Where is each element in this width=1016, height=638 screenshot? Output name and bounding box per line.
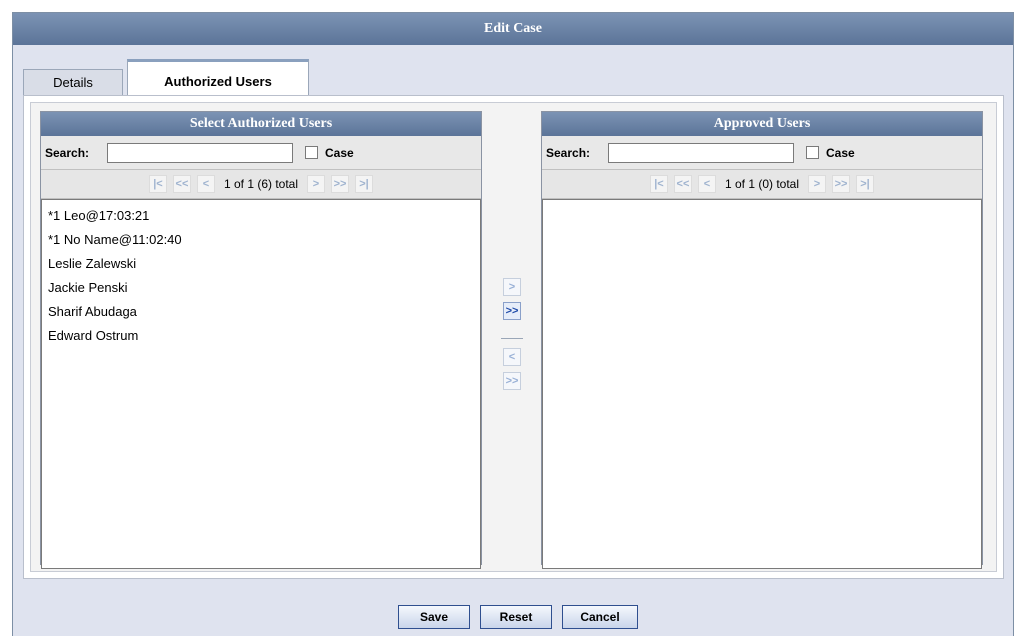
panel-title: Select Authorized Users [41,112,481,136]
case-label: Case [325,145,354,160]
cancel-button[interactable]: Cancel [562,605,638,629]
page-status: 1 of 1 (0) total [724,177,800,191]
first-page-button[interactable]: |< [649,175,668,193]
next-pages-button[interactable]: >> [832,175,851,193]
dialog-footer: Save Reset Cancel [13,579,1013,637]
add-selected-button[interactable]: > [503,278,521,296]
case-checkbox[interactable] [305,146,318,159]
add-all-button[interactable]: >> [503,302,521,320]
edit-case-dialog: Edit Case Details Authorized Users Selec… [12,12,1014,636]
remove-all-button[interactable]: >> [503,372,521,390]
list-item[interactable]: Jackie Penski [48,276,474,300]
previous-page-button[interactable]: < [196,175,215,193]
reset-button[interactable]: Reset [480,605,552,629]
approved-users-panel: Approved Users Search: Case |< << < 1 of… [541,111,983,569]
tab-details[interactable]: Details [23,69,123,95]
remove-selected-button[interactable]: < [503,348,521,366]
list-item[interactable]: *1 Leo@17:03:21 [48,204,474,228]
search-label: Search: [45,145,90,160]
list-item[interactable]: *1 No Name@11:02:40 [48,228,474,252]
search-row: Search: Case [542,136,982,170]
case-checkbox[interactable] [806,146,819,159]
tab-authorized-users[interactable]: Authorized Users [127,59,309,95]
previous-pages-button[interactable]: << [172,175,191,193]
next-page-button[interactable]: > [808,175,827,193]
last-page-button[interactable]: >| [355,175,374,193]
pager: |< << < 1 of 1 (0) total > >> >| [542,170,982,199]
save-button[interactable]: Save [398,605,470,629]
list-item[interactable]: Edward Ostrum [48,324,474,348]
search-input[interactable] [608,142,794,163]
pager: |< << < 1 of 1 (6) total > >> >| [41,170,481,199]
search-label: Search: [546,145,591,160]
select-authorized-users-panel: Select Authorized Users Search: Case |< … [40,111,482,569]
case-label: Case [826,145,855,160]
available-users-list[interactable]: *1 Leo@17:03:21 *1 No Name@11:02:40 Lesl… [41,199,481,569]
dialog-title: Edit Case [13,13,1013,45]
divider [501,338,523,339]
tab-content: Select Authorized Users Search: Case |< … [23,95,1004,579]
approved-users-list[interactable] [542,199,982,569]
list-item[interactable]: Sharif Abudaga [48,300,474,324]
panel-title: Approved Users [542,112,982,136]
next-page-button[interactable]: > [307,175,326,193]
tab-content-inner: Select Authorized Users Search: Case |< … [30,102,997,572]
previous-pages-button[interactable]: << [673,175,692,193]
search-input[interactable] [107,142,293,163]
page-status: 1 of 1 (6) total [223,177,299,191]
last-page-button[interactable]: >| [856,175,875,193]
search-row: Search: Case [41,136,481,170]
previous-page-button[interactable]: < [697,175,716,193]
first-page-button[interactable]: |< [148,175,167,193]
list-item[interactable]: Leslie Zalewski [48,252,474,276]
next-pages-button[interactable]: >> [331,175,350,193]
